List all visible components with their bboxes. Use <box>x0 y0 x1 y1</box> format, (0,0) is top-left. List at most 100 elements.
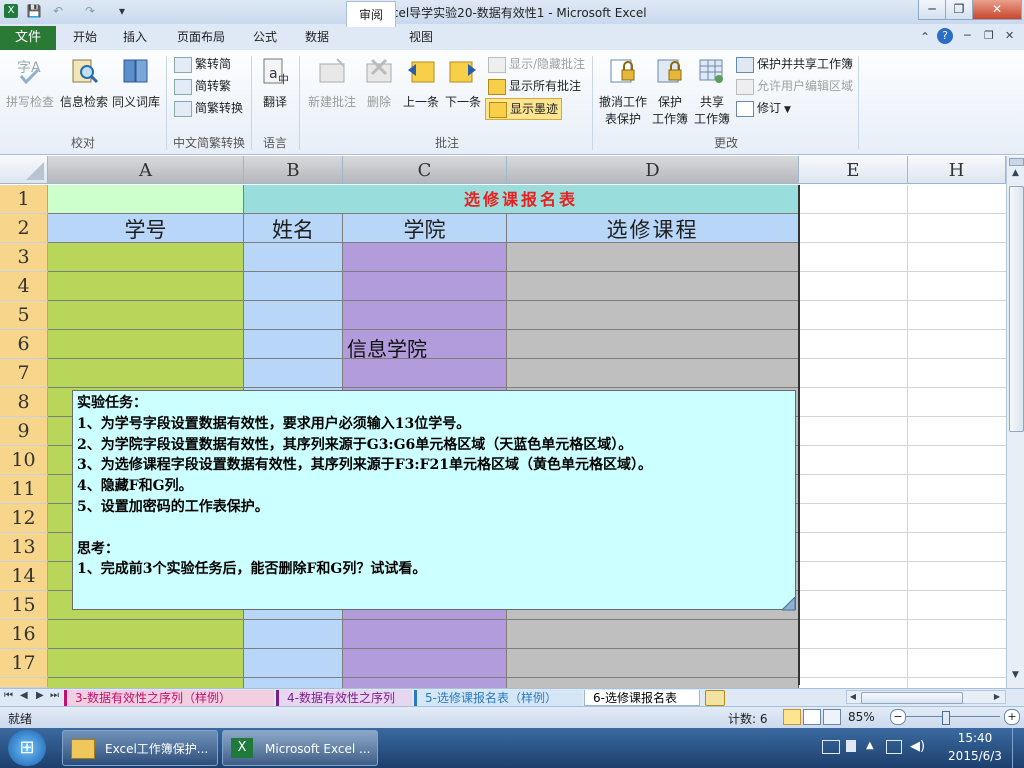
tab-formulas[interactable]: 公式 <box>242 24 288 50</box>
header-student-id[interactable]: 学号 <box>48 214 243 242</box>
clock-date[interactable]: 2015/6/3 <box>940 749 1010 763</box>
show-ink-button[interactable]: 显示墨迹 <box>485 98 563 120</box>
allow-edit-ranges-button[interactable]: 允许用户编辑区域 <box>736 76 853 96</box>
protect-workbook-button[interactable]: 保护 工作簿 <box>650 56 690 127</box>
row-header[interactable]: 7 <box>0 359 48 388</box>
protect-share-workbook-button[interactable]: 保护并共享工作簿 <box>736 54 853 74</box>
zoom-out-icon[interactable]: − <box>890 709 906 725</box>
column-header-a[interactable]: A <box>48 156 244 184</box>
show-desktop-button[interactable] <box>1012 728 1024 768</box>
first-sheet-icon[interactable]: ⏮ <box>4 690 13 701</box>
show-all-comments-button[interactable]: 显示所有批注 <box>488 76 581 96</box>
thesaurus-button[interactable]: 同义词库 <box>110 56 162 110</box>
row-header[interactable]: 4 <box>0 272 48 301</box>
row-header[interactable]: 12 <box>0 504 48 533</box>
select-all-corner[interactable] <box>0 156 48 184</box>
row-header[interactable]: 5 <box>0 301 48 330</box>
h-scroll-thumb[interactable] <box>861 692 963 704</box>
zoom-level[interactable]: 85% <box>848 710 875 724</box>
zoom-slider-thumb[interactable] <box>942 711 951 725</box>
tab-page-layout[interactable]: 页面布局 <box>168 24 234 50</box>
scroll-right-icon[interactable]: ▶ <box>991 691 1003 703</box>
track-changes-button[interactable]: 修订 ▼ <box>736 98 791 118</box>
cell-a1[interactable] <box>48 185 243 213</box>
column-header-d[interactable]: D <box>507 156 799 184</box>
sheet-tab-4[interactable]: 4-数据有效性之序列 <box>276 690 412 706</box>
workbook-restore-icon[interactable]: ❐ <box>984 29 994 42</box>
row-header[interactable]: 17 <box>0 649 48 678</box>
column-header-e[interactable]: E <box>799 156 908 184</box>
page-break-view-icon[interactable] <box>823 709 841 725</box>
sheet-tab-5[interactable]: 5-选修课报名表（样例） <box>414 690 582 706</box>
to-traditional-button[interactable]: 简转繁 <box>174 76 231 96</box>
scroll-down-icon[interactable]: ▼ <box>1009 670 1022 684</box>
normal-view-icon[interactable] <box>783 709 801 725</box>
clock-time[interactable]: 15:40 <box>950 731 1000 745</box>
taskbar-item-folder[interactable]: Excel工作簿保护... <box>62 730 218 766</box>
row-header[interactable]: 10 <box>0 446 48 475</box>
to-simplified-button[interactable]: 繁转简 <box>174 54 231 74</box>
spell-check-button[interactable]: 字A 拼写检查 <box>4 56 56 110</box>
keyboard-icon[interactable] <box>822 740 840 754</box>
workbook-minimize-icon[interactable]: ─ <box>964 29 971 42</box>
row-header[interactable]: 11 <box>0 475 48 504</box>
collapse-ribbon-icon[interactable]: ⌃ <box>920 30 930 44</box>
last-sheet-icon[interactable]: ⏭ <box>50 690 59 701</box>
prev-sheet-icon[interactable]: ◀ <box>20 690 28 701</box>
previous-comment-button[interactable]: 上一条 <box>400 56 442 110</box>
close-button[interactable]: ✕ <box>972 0 1022 20</box>
zoom-in-icon[interactable]: + <box>1004 709 1020 725</box>
share-workbook-button[interactable]: 共享 工作簿 <box>692 56 732 127</box>
help-icon[interactable]: ? <box>937 28 953 44</box>
minimize-button[interactable]: ─ <box>918 0 946 20</box>
zoom-slider[interactable] <box>906 716 1000 717</box>
sheet-title-cell[interactable]: 选修课报名表 <box>244 185 798 213</box>
page-layout-view-icon[interactable] <box>803 709 821 725</box>
tab-home[interactable]: 开始 <box>62 24 108 50</box>
row-header[interactable]: 2 <box>0 214 48 243</box>
volume-icon[interactable]: ◀) <box>910 739 925 754</box>
next-comment-button[interactable]: 下一条 <box>442 56 484 110</box>
tab-insert[interactable]: 插入 <box>112 24 158 50</box>
column-header-h[interactable]: H <box>908 156 1006 184</box>
translate-button[interactable]: a中 翻译 <box>254 56 296 110</box>
new-comment-button[interactable]: 新建批注 <box>304 56 360 110</box>
research-button[interactable]: 信息检索 <box>58 56 110 110</box>
start-button[interactable]: ⊞ <box>8 730 46 766</box>
input-method-icon[interactable] <box>846 740 856 752</box>
row-header[interactable]: 3 <box>0 243 48 272</box>
header-college[interactable]: 学院 <box>343 214 506 242</box>
show-hide-comment-button[interactable]: 显示/隐藏批注 <box>488 54 585 74</box>
vertical-scrollbar[interactable]: ▲ ▼ <box>1006 156 1024 688</box>
sheet-tab-3[interactable]: 3-数据有效性之序列（样例） <box>64 690 274 706</box>
row-header[interactable]: 1 <box>0 185 48 214</box>
split-handle[interactable] <box>1009 158 1024 166</box>
row-header[interactable]: 15 <box>0 591 48 620</box>
comment-box[interactable]: 实验任务： 1、为学号字段设置数据有效性，要求用户必须输入13位学号。 2、为学… <box>72 390 796 610</box>
tab-review[interactable]: 审阅 <box>346 1 396 27</box>
row-header[interactable]: 14 <box>0 562 48 591</box>
network-icon[interactable] <box>886 740 902 754</box>
cell-c6[interactable]: 信息学院 <box>347 333 427 362</box>
file-tab[interactable]: 文件 <box>0 26 56 50</box>
header-name[interactable]: 姓名 <box>244 214 342 242</box>
header-elective-course[interactable]: 选修课程 <box>507 214 798 242</box>
column-header-b[interactable]: B <box>244 156 343 184</box>
sheet-tab-6-active[interactable]: 6-选修课报名表 <box>584 690 700 706</box>
row-header[interactable]: 9 <box>0 417 48 446</box>
restore-button[interactable]: ❐ <box>945 0 973 20</box>
column-header-c[interactable]: C <box>343 156 507 184</box>
taskbar-item-excel[interactable]: X Microsoft Excel ... <box>222 730 378 766</box>
scroll-up-icon[interactable]: ▲ <box>1009 168 1022 182</box>
scroll-thumb[interactable] <box>1009 186 1024 432</box>
unprotect-sheet-button[interactable]: 撤消工作 表保护 <box>596 56 650 127</box>
row-header[interactable]: 13 <box>0 533 48 562</box>
delete-comment-button[interactable]: 删除 <box>362 56 396 110</box>
show-hidden-icons[interactable]: ▲ <box>866 740 874 751</box>
tab-data[interactable]: 数据 <box>294 24 340 50</box>
insert-sheet-icon[interactable] <box>705 690 725 706</box>
next-sheet-icon[interactable]: ▶ <box>36 690 44 701</box>
scroll-left-icon[interactable]: ◀ <box>847 691 859 703</box>
workbook-close-icon[interactable]: ✕ <box>1005 29 1014 42</box>
row-header[interactable]: 16 <box>0 620 48 649</box>
